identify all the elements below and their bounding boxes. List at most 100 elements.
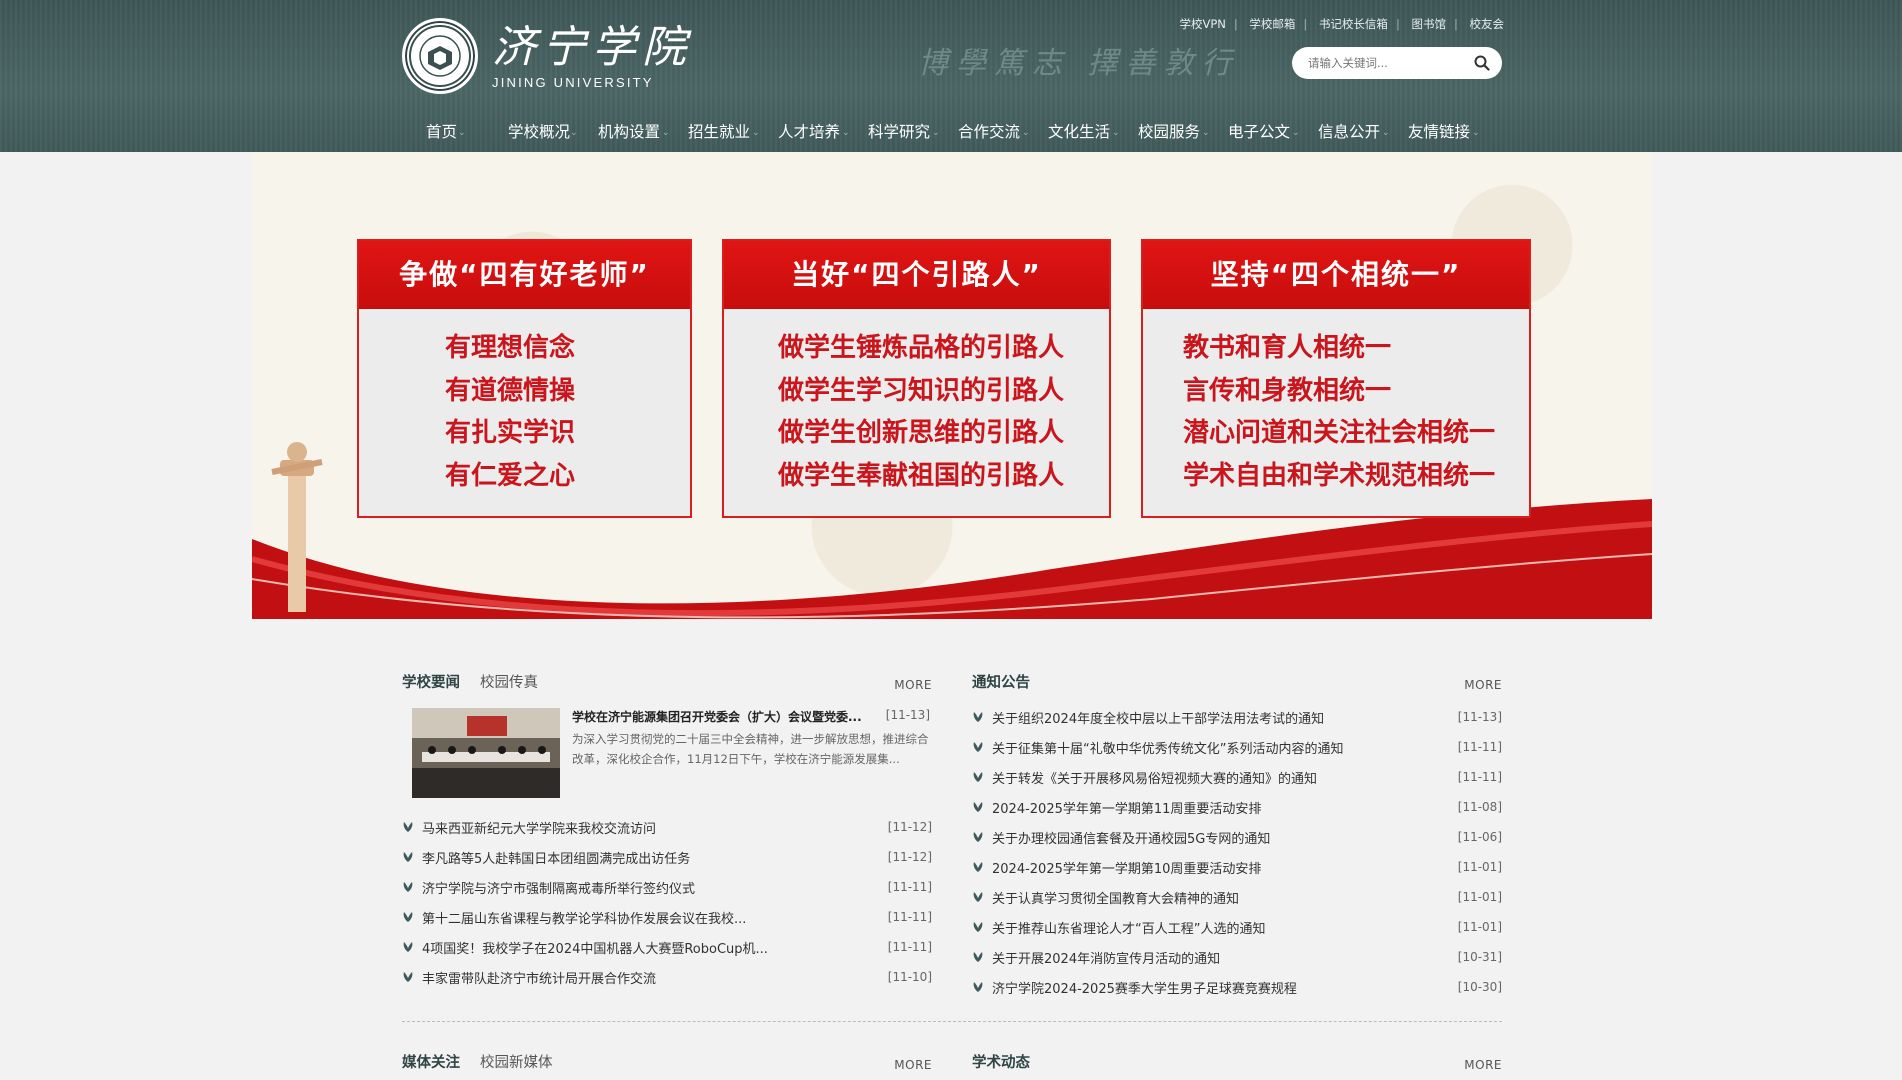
featured-news-summary: 为深入学习贯彻党的二十届三中全会精神，进一步解放思想，推进综合改革，深化校企合作…	[572, 732, 929, 766]
chevron-down-icon: ⌄	[842, 128, 850, 138]
list-item[interactable]: 济宁学院2024-2025赛季大学生男子足球赛竞赛规程 [10-30]	[972, 972, 1502, 1002]
card-title: 争做“四有好老师”	[359, 241, 690, 309]
list-item[interactable]: 关于认真学习贯彻全国教育大会精神的通知 [11-01]	[972, 882, 1502, 912]
list-item[interactable]: 第十二届山东省课程与教学论学科协作发展会议在我校... [11-11]	[402, 902, 932, 932]
chevron-down-icon: ⌄	[458, 128, 466, 138]
card-title: 坚持“四个相统一”	[1143, 241, 1529, 309]
nav-item-culture[interactable]: 文化生活 ⌄	[1048, 112, 1138, 152]
nav-item-training[interactable]: 人才培养 ⌄	[778, 112, 868, 152]
leaf-bullet-icon	[973, 802, 983, 812]
tab-school-news[interactable]: 学校要闻	[402, 671, 460, 692]
top-link-library[interactable]: 图书馆	[1411, 17, 1446, 31]
notices-more-link[interactable]: MORE	[1464, 678, 1502, 692]
leaf-bullet-icon	[973, 772, 983, 782]
list-item[interactable]: 2024-2025学年第一学期第11周重要活动安排 [11-08]	[972, 792, 1502, 822]
tab-campus-fax[interactable]: 校园传真	[480, 671, 538, 692]
search-input[interactable]	[1306, 55, 1470, 71]
nav-item-admissions[interactable]: 招生就业 ⌄	[688, 112, 778, 152]
tab-media[interactable]: 媒体关注	[402, 1051, 460, 1072]
top-link-email[interactable]: 学校邮箱	[1249, 17, 1295, 31]
chevron-down-icon: ⌄	[1022, 128, 1030, 138]
top-link-mailbox[interactable]: 书记校长信箱	[1319, 17, 1388, 31]
nav-item-cooperation[interactable]: 合作交流 ⌄	[958, 112, 1048, 152]
card-line: 有仁爱之心	[445, 460, 576, 491]
hero-banner[interactable]: 争做“四有好老师” 有理想信念 有道德情操 有扎实学识 有仁爱之心 当好“四个引…	[252, 152, 1652, 619]
huabiao-pillar-icon	[271, 442, 323, 612]
news-list: 马来西亚新纪元大学学院来我校交流访问 [11-12] 李凡路等5人赴韩国日本团组圆…	[402, 812, 932, 992]
chevron-down-icon: ⌄	[570, 128, 578, 138]
card-line: 做学生创新思维的引路人	[778, 418, 1065, 448]
leaf-bullet-icon	[973, 862, 983, 872]
list-item[interactable]: 关于推荐山东省理论人才“百人工程”人选的通知 [11-01]	[972, 912, 1502, 942]
card-line: 有道德情操	[445, 375, 576, 406]
banner-card-four-unities: 坚持“四个相统一” 教书和育人相统一 言传和身教相统一 潜心问道和关注社会相统一…	[1141, 239, 1531, 518]
school-motto: 博學篤志 擇善敦行	[918, 46, 1240, 81]
leaf-bullet-icon	[403, 942, 413, 952]
nav-item-documents[interactable]: 电子公文 ⌄	[1228, 112, 1318, 152]
list-item[interactable]: 关于组织2024年度全校中层以上干部学法用法考试的通知 [11-13]	[972, 702, 1502, 732]
list-item[interactable]: 关于转发《关于开展移风易俗短视频大赛的通知》的通知 [11-11]	[972, 762, 1502, 792]
nav-item-departments[interactable]: 机构设置 ⌄	[598, 112, 688, 152]
nav-item-home[interactable]: 首页 ⌄	[398, 112, 488, 152]
card-line: 做学生奉献祖国的引路人	[778, 460, 1065, 491]
list-item[interactable]: 丰家雷带队赴济宁市统计局开展合作交流 [11-10]	[402, 962, 932, 992]
leaf-bullet-icon	[973, 892, 983, 902]
card-line: 言传和身教相统一	[1183, 375, 1392, 406]
top-link-vpn[interactable]: 学校VPN	[1179, 17, 1225, 31]
chevron-down-icon: ⌄	[1472, 128, 1480, 138]
search-icon	[1474, 55, 1490, 71]
leaf-bullet-icon	[973, 982, 983, 992]
card-line: 做学生学习知识的引路人	[778, 375, 1065, 406]
card-title: 当好“四个引路人”	[724, 241, 1109, 309]
nav-item-disclosure[interactable]: 信息公开 ⌄	[1318, 112, 1408, 152]
academic-more-link[interactable]: MORE	[1464, 1058, 1502, 1072]
news-more-link[interactable]: MORE	[894, 678, 932, 692]
main-nav: 首页 ⌄ 学校概况 ⌄ 机构设置 ⌄ 招生就业 ⌄ 人才培养 ⌄ 科学研究 ⌄ 合作交流 ⌄ …	[0, 112, 1902, 152]
banner-card-four-good-teachers: 争做“四有好老师” 有理想信念 有道德情操 有扎实学识 有仁爱之心	[357, 239, 692, 518]
media-more-link[interactable]: MORE	[894, 1058, 932, 1072]
list-item[interactable]: 李凡路等5人赴韩国日本团组圆满完成出访任务 [11-12]	[402, 842, 932, 872]
nav-item-services[interactable]: 校园服务 ⌄	[1138, 112, 1228, 152]
chevron-down-icon: ⌄	[1202, 128, 1210, 138]
chevron-down-icon: ⌄	[1292, 128, 1300, 138]
logo-english-name: JINING UNIVERSITY	[492, 74, 654, 90]
list-item[interactable]: 关于征集第十届“礼敬中华优秀传统文化”系列活动内容的通知 [11-11]	[972, 732, 1502, 762]
tab-academic[interactable]: 学术动态	[972, 1051, 1030, 1072]
notices-list: 关于组织2024年度全校中层以上干部学法用法考试的通知 [11-13] 关于征集第…	[972, 702, 1502, 1002]
leaf-bullet-icon	[973, 742, 983, 752]
chevron-down-icon: ⌄	[1382, 128, 1390, 138]
list-item[interactable]: 马来西亚新纪元大学学院来我校交流访问 [11-12]	[402, 812, 932, 842]
leaf-bullet-icon	[973, 832, 983, 842]
featured-news[interactable]: 学校在济宁能源集团召开党委会（扩大）会议暨党委... [11-13] 为深入学习…	[402, 708, 932, 798]
leaf-bullet-icon	[403, 852, 413, 862]
banner-card-four-guides: 当好“四个引路人” 做学生锤炼品格的引路人 做学生学习知识的引路人 做学生创新思…	[722, 239, 1111, 518]
leaf-bullet-icon	[403, 822, 413, 832]
nav-item-about[interactable]: 学校概况 ⌄	[488, 112, 598, 152]
nav-item-research[interactable]: 科学研究 ⌄	[868, 112, 958, 152]
card-line: 潜心问道和关注社会相统一	[1183, 418, 1496, 448]
list-item[interactable]: 4项国奖！我校学子在2024中国机器人大赛暨RoboCup机... [11-11]	[402, 932, 932, 962]
chevron-down-icon: ⌄	[1112, 128, 1120, 138]
list-item[interactable]: 济宁学院与济宁市强制隔离戒毒所举行签约仪式 [11-11]	[402, 872, 932, 902]
featured-news-title[interactable]: 学校在济宁能源集团召开党委会（扩大）会议暨党委...	[572, 708, 862, 725]
media-section: 媒体关注 校园新媒体 MORE	[402, 1048, 932, 1072]
tab-new-media[interactable]: 校园新媒体	[480, 1051, 553, 1072]
nav-item-links[interactable]: 友情链接 ⌄	[1408, 112, 1498, 152]
list-item[interactable]: 关于办理校园通信套餐及开通校园5G专网的通知 [11-06]	[972, 822, 1502, 852]
leaf-bullet-icon	[403, 972, 413, 982]
list-item[interactable]: 关于开展2024年消防宣传月活动的通知 [10-31]	[972, 942, 1502, 972]
section-divider	[402, 1021, 1502, 1022]
site-logo[interactable]: 济宁学院 JINING UNIVERSITY	[402, 18, 692, 94]
top-links: 学校VPN | 学校邮箱 | 书记校长信箱 | 图书馆 | 校友会	[1179, 17, 1505, 31]
university-seal-icon	[402, 18, 478, 94]
card-line: 学术自由和学术规范相统一	[1183, 460, 1496, 491]
list-item[interactable]: 2024-2025学年第一学期第10周重要活动安排 [11-01]	[972, 852, 1502, 882]
featured-news-date: [11-13]	[885, 708, 930, 722]
top-link-alumni[interactable]: 校友会	[1470, 17, 1505, 31]
search-button[interactable]	[1470, 51, 1494, 75]
leaf-bullet-icon	[973, 712, 983, 722]
featured-news-image[interactable]	[412, 708, 560, 798]
tab-notices[interactable]: 通知公告	[972, 671, 1030, 692]
academic-section: 学术动态 MORE	[972, 1048, 1502, 1072]
search-box	[1292, 47, 1502, 79]
